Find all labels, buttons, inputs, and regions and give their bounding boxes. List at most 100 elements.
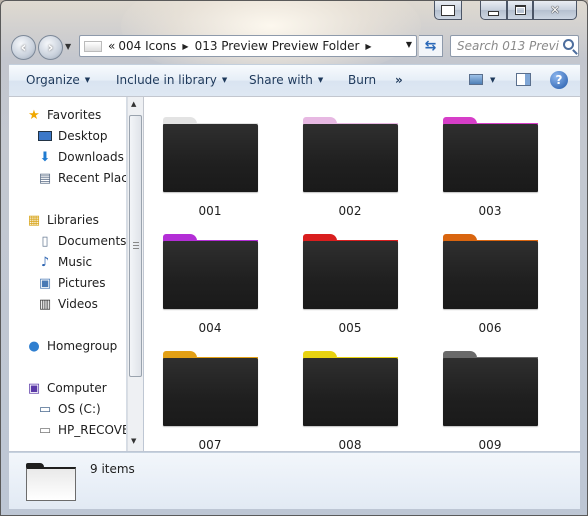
folder-icon — [303, 234, 399, 310]
breadcrumb-overflow[interactable]: « — [108, 39, 115, 53]
burn-label: Burn — [348, 73, 377, 87]
folder-item[interactable]: 004 — [158, 218, 259, 335]
nav-computer[interactable]: ▣ Computer — [26, 378, 107, 398]
preview-pane-icon[interactable] — [516, 73, 531, 86]
folder-body — [163, 241, 258, 309]
folder-name: 002 — [338, 204, 362, 218]
scroll-down-icon[interactable]: ▼ — [131, 437, 136, 445]
nav-downloads[interactable]: ⬇ Downloads — [37, 147, 124, 167]
address-bar[interactable]: « 004 Icons ▶ 013 Preview Preview Folder… — [79, 35, 417, 57]
folder-item[interactable]: 003 — [438, 101, 539, 218]
nav-documents[interactable]: ▯ Documents — [37, 231, 126, 251]
maximize-button[interactable] — [507, 1, 533, 20]
recent-pages-dropdown[interactable]: ▼ — [65, 42, 71, 51]
close-button[interactable] — [533, 1, 577, 20]
share-with-button[interactable]: Share with ▼ — [249, 73, 323, 87]
nav-hp-recovery[interactable]: ▭ HP_RECOVERY — [37, 420, 126, 440]
breadcrumb-chevron-icon[interactable]: ▶ — [182, 42, 188, 51]
nav-favorites-label: Favorites — [47, 108, 102, 122]
folder-icon — [303, 117, 399, 193]
grip-icon — [133, 242, 139, 249]
burn-button[interactable]: Burn — [348, 73, 376, 87]
folder-icon — [443, 234, 539, 310]
search-placeholder[interactable]: Search 013 Previ... — [451, 39, 559, 53]
nav-documents-label: Documents — [58, 234, 127, 248]
recent-places-icon: ▤ — [38, 170, 52, 186]
downloads-icon: ⬇ — [39, 149, 51, 165]
nav-os-c-label: OS (C:) — [58, 402, 101, 416]
folder-name: 006 — [478, 321, 502, 335]
folder-item[interactable]: 009 — [438, 335, 539, 452]
refresh-button[interactable]: ⇆ — [419, 35, 443, 57]
nav-pictures[interactable]: ▣ Pictures — [37, 273, 106, 293]
chevron-down-icon: ▼ — [317, 76, 324, 84]
folder-body — [443, 124, 538, 192]
snap-icon[interactable] — [434, 1, 462, 20]
nav-desktop[interactable]: Desktop — [37, 126, 108, 146]
folder-icon — [163, 351, 259, 427]
address-dropdown-icon[interactable]: ▼ — [406, 40, 412, 49]
folder-icon — [443, 351, 539, 427]
folder-body — [303, 124, 398, 192]
folder-icon — [26, 463, 76, 501]
nav-recent-places[interactable]: ▤ Recent Places — [37, 168, 126, 188]
nav-music[interactable]: ♪ Music — [37, 252, 92, 272]
pictures-icon: ▣ — [38, 275, 52, 291]
folder-name: 007 — [198, 438, 222, 452]
nav-videos[interactable]: ▥ Videos — [37, 294, 98, 314]
minimize-button[interactable] — [480, 1, 507, 20]
nav-homegroup[interactable]: ● Homegroup — [26, 336, 117, 356]
breadcrumb-current-folder[interactable]: 013 Preview Preview Folder — [195, 39, 360, 53]
include-in-library-button[interactable]: Include in library ▼ — [116, 73, 227, 87]
navigation-pane: ★ Favorites Desktop ⬇ Downloads ▤ Recent… — [9, 97, 127, 451]
search-icon[interactable] — [563, 39, 574, 50]
folder-body — [26, 467, 76, 501]
command-bar: Organize ▼ Include in library ▼ Share with… — [9, 64, 580, 96]
folder-icon — [163, 117, 259, 193]
details-pane: 9 items — [9, 452, 580, 509]
item-count: 9 items — [90, 462, 135, 476]
organize-label: Organize — [26, 73, 80, 87]
nav-favorites[interactable]: ★ Favorites — [26, 105, 101, 125]
folder-item[interactable]: 001 — [158, 101, 259, 218]
nav-pictures-label: Pictures — [58, 276, 106, 290]
breadcrumb-004-icons[interactable]: 004 Icons — [118, 39, 176, 53]
folder-item[interactable]: 002 — [298, 101, 399, 218]
chevron-down-icon: ▼ — [221, 76, 228, 84]
nav-libraries[interactable]: ▦ Libraries — [26, 210, 99, 230]
more-commands-button[interactable]: » — [395, 73, 403, 87]
forward-button[interactable]: › — [38, 35, 63, 60]
folder-body — [163, 124, 258, 192]
folder-icon — [163, 234, 259, 310]
folder-icon — [443, 117, 539, 193]
scroll-up-icon[interactable]: ▲ — [131, 100, 136, 108]
explorer-window: ‹ › ▼ « 004 Icons ▶ 013 Preview Preview … — [0, 0, 588, 516]
chevron-down-icon: ▼ — [84, 76, 91, 84]
search-input[interactable]: Search 013 Previ... — [450, 35, 579, 57]
folder-item[interactable]: 007 — [158, 335, 259, 452]
nav-scrollbar[interactable]: ▲ ▼ — [127, 97, 143, 451]
scroll-thumb[interactable] — [129, 115, 142, 377]
nav-downloads-label: Downloads — [58, 150, 124, 164]
nav-libraries-label: Libraries — [47, 213, 99, 227]
organize-button[interactable]: Organize ▼ — [26, 73, 90, 87]
folder-body — [443, 358, 538, 426]
include-in-library-label: Include in library — [116, 73, 217, 87]
folder-name: 008 — [338, 438, 362, 452]
breadcrumb-chevron-icon[interactable]: ▶ — [365, 42, 371, 51]
view-options-dropdown[interactable]: ▼ — [490, 76, 495, 84]
drive-icon: ▭ — [38, 422, 52, 438]
back-button[interactable]: ‹ — [11, 35, 36, 60]
help-icon[interactable]: ? — [550, 71, 568, 89]
computer-icon: ▣ — [27, 380, 41, 396]
change-view-icon[interactable] — [469, 74, 483, 85]
folder-item[interactable]: 008 — [298, 335, 398, 452]
desktop-icon — [37, 128, 53, 144]
folder-item[interactable]: 006 — [438, 218, 539, 335]
folder-body — [443, 241, 538, 309]
nav-os-c[interactable]: ▭ OS (C:) — [37, 399, 101, 419]
file-list: 001 002 003 004 005 006 007 008 009 — [144, 97, 580, 452]
folder-item[interactable]: 005 — [298, 218, 399, 335]
nav-recent-places-label: Recent Places — [58, 171, 126, 185]
drive-icon: ▭ — [38, 401, 52, 417]
